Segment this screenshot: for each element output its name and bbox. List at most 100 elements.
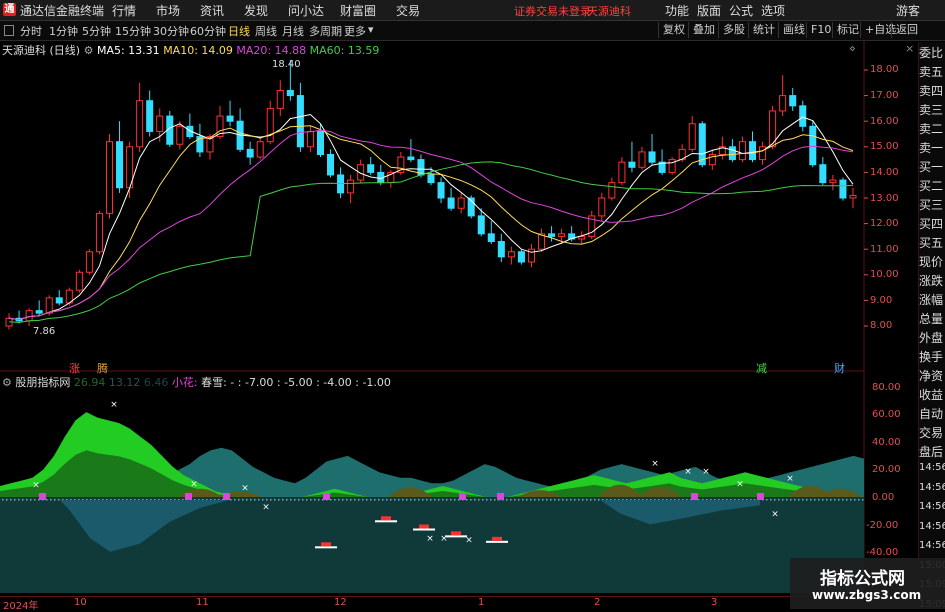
zero-band-dot [418, 499, 420, 501]
candle-body [45, 297, 53, 314]
back-button[interactable]: 返回 [891, 22, 922, 38]
signal-x-marker: × [426, 534, 434, 544]
price-tick: 14.00 [870, 167, 899, 178]
adjust-button[interactable]: 复权 [658, 22, 689, 38]
period-tab-1min[interactable]: 1分钟 [49, 23, 78, 39]
side-panel-item[interactable]: 交易 [919, 424, 945, 441]
candle-body [316, 130, 324, 155]
f10-button[interactable]: F10 [806, 22, 835, 38]
menu-trade[interactable]: 交易 [396, 2, 420, 19]
zero-band-dot [382, 499, 384, 501]
low-price-label: 7.86 [33, 326, 56, 337]
period-tab-daily[interactable]: 日线 [228, 23, 250, 39]
price-tick: 12.00 [870, 218, 899, 229]
period-tab-weekly[interactable]: 周线 [255, 23, 277, 39]
chunxue-bar [445, 535, 467, 538]
side-panel-item[interactable]: 盘后 [919, 443, 945, 460]
date-tick: 11 [196, 597, 209, 608]
panel-toggle-icon[interactable] [4, 25, 14, 36]
menu-function[interactable]: 功能 [665, 2, 689, 19]
side-panel-item: 卖五 [919, 65, 944, 79]
zero-band-dot [766, 499, 768, 501]
zero-band-dot [250, 499, 252, 501]
zero-band-dot [342, 499, 344, 501]
zero-band-dot [562, 499, 564, 501]
settings-icon[interactable]: ⚙ [2, 376, 12, 389]
period-tab-more[interactable]: 更多 [344, 23, 366, 39]
menu-wealth[interactable]: 财富圈 [340, 2, 376, 19]
period-tab-timeshare[interactable]: 分时 [20, 23, 42, 39]
candle-body [146, 100, 154, 132]
chart-menu-icon[interactable]: ⋄ [849, 42, 856, 55]
stock-name: 天源迪科 [2, 44, 46, 57]
zero-band-dot [2, 499, 4, 501]
candle-body [548, 233, 556, 237]
date-tick: 2024年 [3, 601, 39, 612]
close-icon[interactable]: × [905, 42, 914, 55]
period-tab-monthly[interactable]: 月线 [282, 23, 304, 39]
zero-band-dot [410, 499, 412, 501]
chevron-down-icon[interactable]: ▾ [368, 23, 374, 36]
draw-button[interactable]: 画线 [778, 22, 809, 38]
period-tab-multi[interactable]: 多周期 [309, 23, 342, 39]
zero-band-dot [306, 499, 308, 501]
stats-button[interactable]: 统计 [748, 22, 779, 38]
app-logo-icon[interactable]: 通 [3, 3, 16, 16]
zero-band-dot [858, 499, 860, 501]
multi-stock-button[interactable]: 多股 [718, 22, 749, 38]
event-finance-marker[interactable]: 财 [834, 360, 845, 376]
event-reduce-marker[interactable]: 减 [756, 360, 767, 376]
period-tab-5min[interactable]: 5分钟 [82, 23, 111, 39]
overlay-button[interactable]: 叠加 [688, 22, 719, 38]
period-tab-15min[interactable]: 15分钟 [115, 23, 151, 39]
zero-band-dot [374, 499, 376, 501]
zero-band-dot [850, 499, 852, 501]
zero-band-dot [790, 499, 792, 501]
zero-band-dot [574, 499, 576, 501]
settings-icon[interactable]: ⚙ [84, 44, 94, 57]
zero-band-dot [774, 499, 776, 501]
signal-x-marker: × [684, 467, 692, 477]
zero-band-dot [534, 499, 536, 501]
zero-band-dot [314, 499, 316, 501]
menu-layout[interactable]: 版面 [697, 2, 721, 19]
zero-band-dot [242, 499, 244, 501]
side-panel-item: 买五 [919, 236, 944, 250]
menu-market[interactable]: 市场 [156, 2, 180, 19]
zero-band-dot [46, 499, 48, 501]
date-tick: 2 [594, 597, 601, 608]
candle-body [618, 161, 626, 184]
zero-band-dot [282, 499, 284, 501]
period-tab-60min[interactable]: 60分钟 [190, 23, 226, 39]
candle-body [95, 212, 103, 253]
menu-formula[interactable]: 公式 [729, 2, 753, 19]
menu-ask[interactable]: 问小达 [288, 2, 324, 19]
zero-band-dot [434, 499, 436, 501]
trade-login-warning[interactable]: 证券交易未登录 [514, 3, 591, 19]
candle-body [648, 151, 656, 163]
ma60-value: MA60: 13.59 [309, 44, 380, 57]
price-tick: 18.00 [870, 64, 899, 75]
zero-band-dot [6, 499, 8, 501]
side-panel-item[interactable]: 自动 [919, 405, 945, 422]
candle-body [327, 153, 335, 176]
zero-band-dot [594, 499, 596, 501]
main-chart-legend: 天源迪科 (日线) ⚙ MA5: 13.31 MA10: 14.09 MA20:… [2, 42, 379, 58]
menu-options[interactable]: 选项 [761, 2, 785, 19]
menu-info[interactable]: 资讯 [200, 2, 224, 19]
period-tab-30min[interactable]: 30分钟 [153, 23, 189, 39]
chunxue-bar [413, 528, 435, 531]
zero-band-dot [514, 499, 516, 501]
price-tick: 15.00 [870, 141, 899, 152]
candle-body [367, 164, 375, 173]
menu-guest[interactable]: 游客 [896, 2, 920, 19]
price-tick: 13.00 [870, 193, 899, 204]
price-tick: 10.00 [870, 269, 899, 280]
xiaohua-marker [757, 493, 764, 500]
menu-quotes[interactable]: 行情 [112, 2, 136, 19]
menu-discover[interactable]: 发现 [244, 2, 268, 19]
zero-band-dot [290, 499, 292, 501]
kline-chart[interactable]: ×× × ×××× ××××× × × [0, 41, 918, 596]
mark-button[interactable]: 标记 [832, 22, 863, 38]
date-tick: 12 [334, 597, 347, 608]
